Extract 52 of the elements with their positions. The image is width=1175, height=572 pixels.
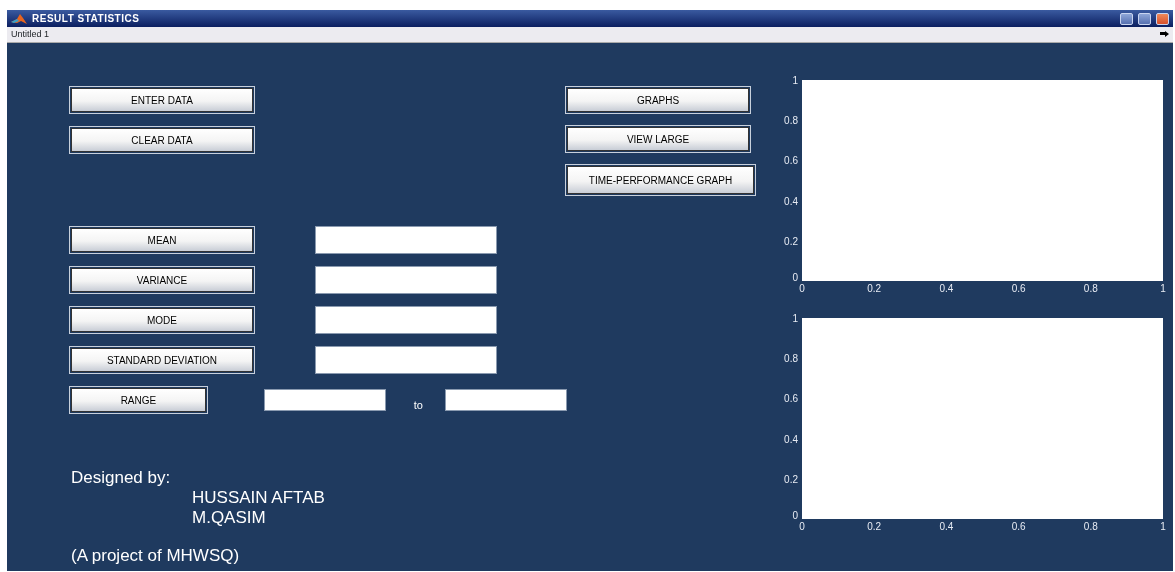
y-tick-label: 0.4 — [784, 195, 798, 207]
stat-button[interactable]: VARIANCE — [71, 268, 253, 292]
action-button[interactable]: CLEAR DATA — [71, 128, 253, 152]
y-tick-label: 0.6 — [784, 155, 798, 167]
output-field[interactable] — [315, 306, 497, 334]
y-tick-label: 0.2 — [784, 473, 798, 485]
x-tick-label: 0 — [799, 283, 805, 294]
minimize-button[interactable] — [1120, 12, 1133, 25]
y-tick-label: 0.8 — [784, 353, 798, 365]
y-tick-label: 0.6 — [784, 393, 798, 405]
window-title: RESULT STATISTICS — [32, 12, 140, 26]
graph-button[interactable]: TIME-PERFORMANCE GRAPH — [567, 166, 754, 194]
y-tick-label: 0 — [792, 272, 798, 283]
x-tick-label: 0.8 — [1083, 521, 1098, 532]
maximize-button[interactable] — [1138, 12, 1151, 25]
menu-item[interactable]: Untitled 1 — [11, 27, 50, 42]
y-tick-label: 0 — [792, 510, 798, 521]
x-tick-label: 0.6 — [1011, 521, 1026, 532]
range-separator: to — [413, 397, 423, 413]
y-tick-label: 0.8 — [784, 115, 798, 127]
close-button[interactable] — [1156, 12, 1169, 25]
output-field[interactable] — [263, 389, 386, 411]
x-tick-label: 0.6 — [1011, 283, 1026, 294]
stat-button[interactable]: RANGE — [71, 388, 206, 412]
stat-button[interactable]: MODE — [71, 308, 253, 332]
x-tick-label: 0.4 — [939, 521, 954, 532]
x-tick-label: 0 — [799, 521, 805, 532]
project-credit: (A project of MHWSQ) — [71, 546, 241, 566]
author-name: M.QASIM — [192, 508, 267, 528]
stat-button[interactable]: STANDARD DEVIATION — [71, 348, 253, 372]
y-tick-label: 0.4 — [784, 433, 798, 445]
output-field[interactable] — [315, 346, 497, 374]
x-tick-label: 0.8 — [1083, 283, 1098, 294]
x-tick-label: 1 — [1160, 521, 1166, 532]
author-name: HUSSAIN AFTAB — [192, 488, 326, 508]
action-button[interactable]: ENTER DATA — [71, 88, 253, 112]
output-field[interactable] — [445, 389, 567, 411]
arrow-icon[interactable] — [1160, 31, 1169, 38]
output-field[interactable] — [315, 266, 497, 294]
x-tick-label: 1 — [1160, 283, 1166, 294]
graph-button[interactable]: VIEW LARGE — [567, 127, 749, 151]
x-tick-label: 0.4 — [939, 283, 954, 294]
x-tick-label: 0.2 — [867, 521, 882, 532]
y-tick-label: 0.2 — [784, 235, 798, 247]
graph-button[interactable]: GRAPHS — [567, 88, 749, 112]
credit-heading: Designed by: — [71, 468, 172, 488]
stat-button[interactable]: MEAN — [71, 228, 253, 252]
x-tick-label: 0.2 — [867, 283, 882, 294]
y-tick-label: 1 — [792, 76, 798, 86]
output-field[interactable] — [315, 226, 497, 254]
app-logo-icon — [11, 12, 27, 25]
y-tick-label: 1 — [792, 314, 798, 324]
